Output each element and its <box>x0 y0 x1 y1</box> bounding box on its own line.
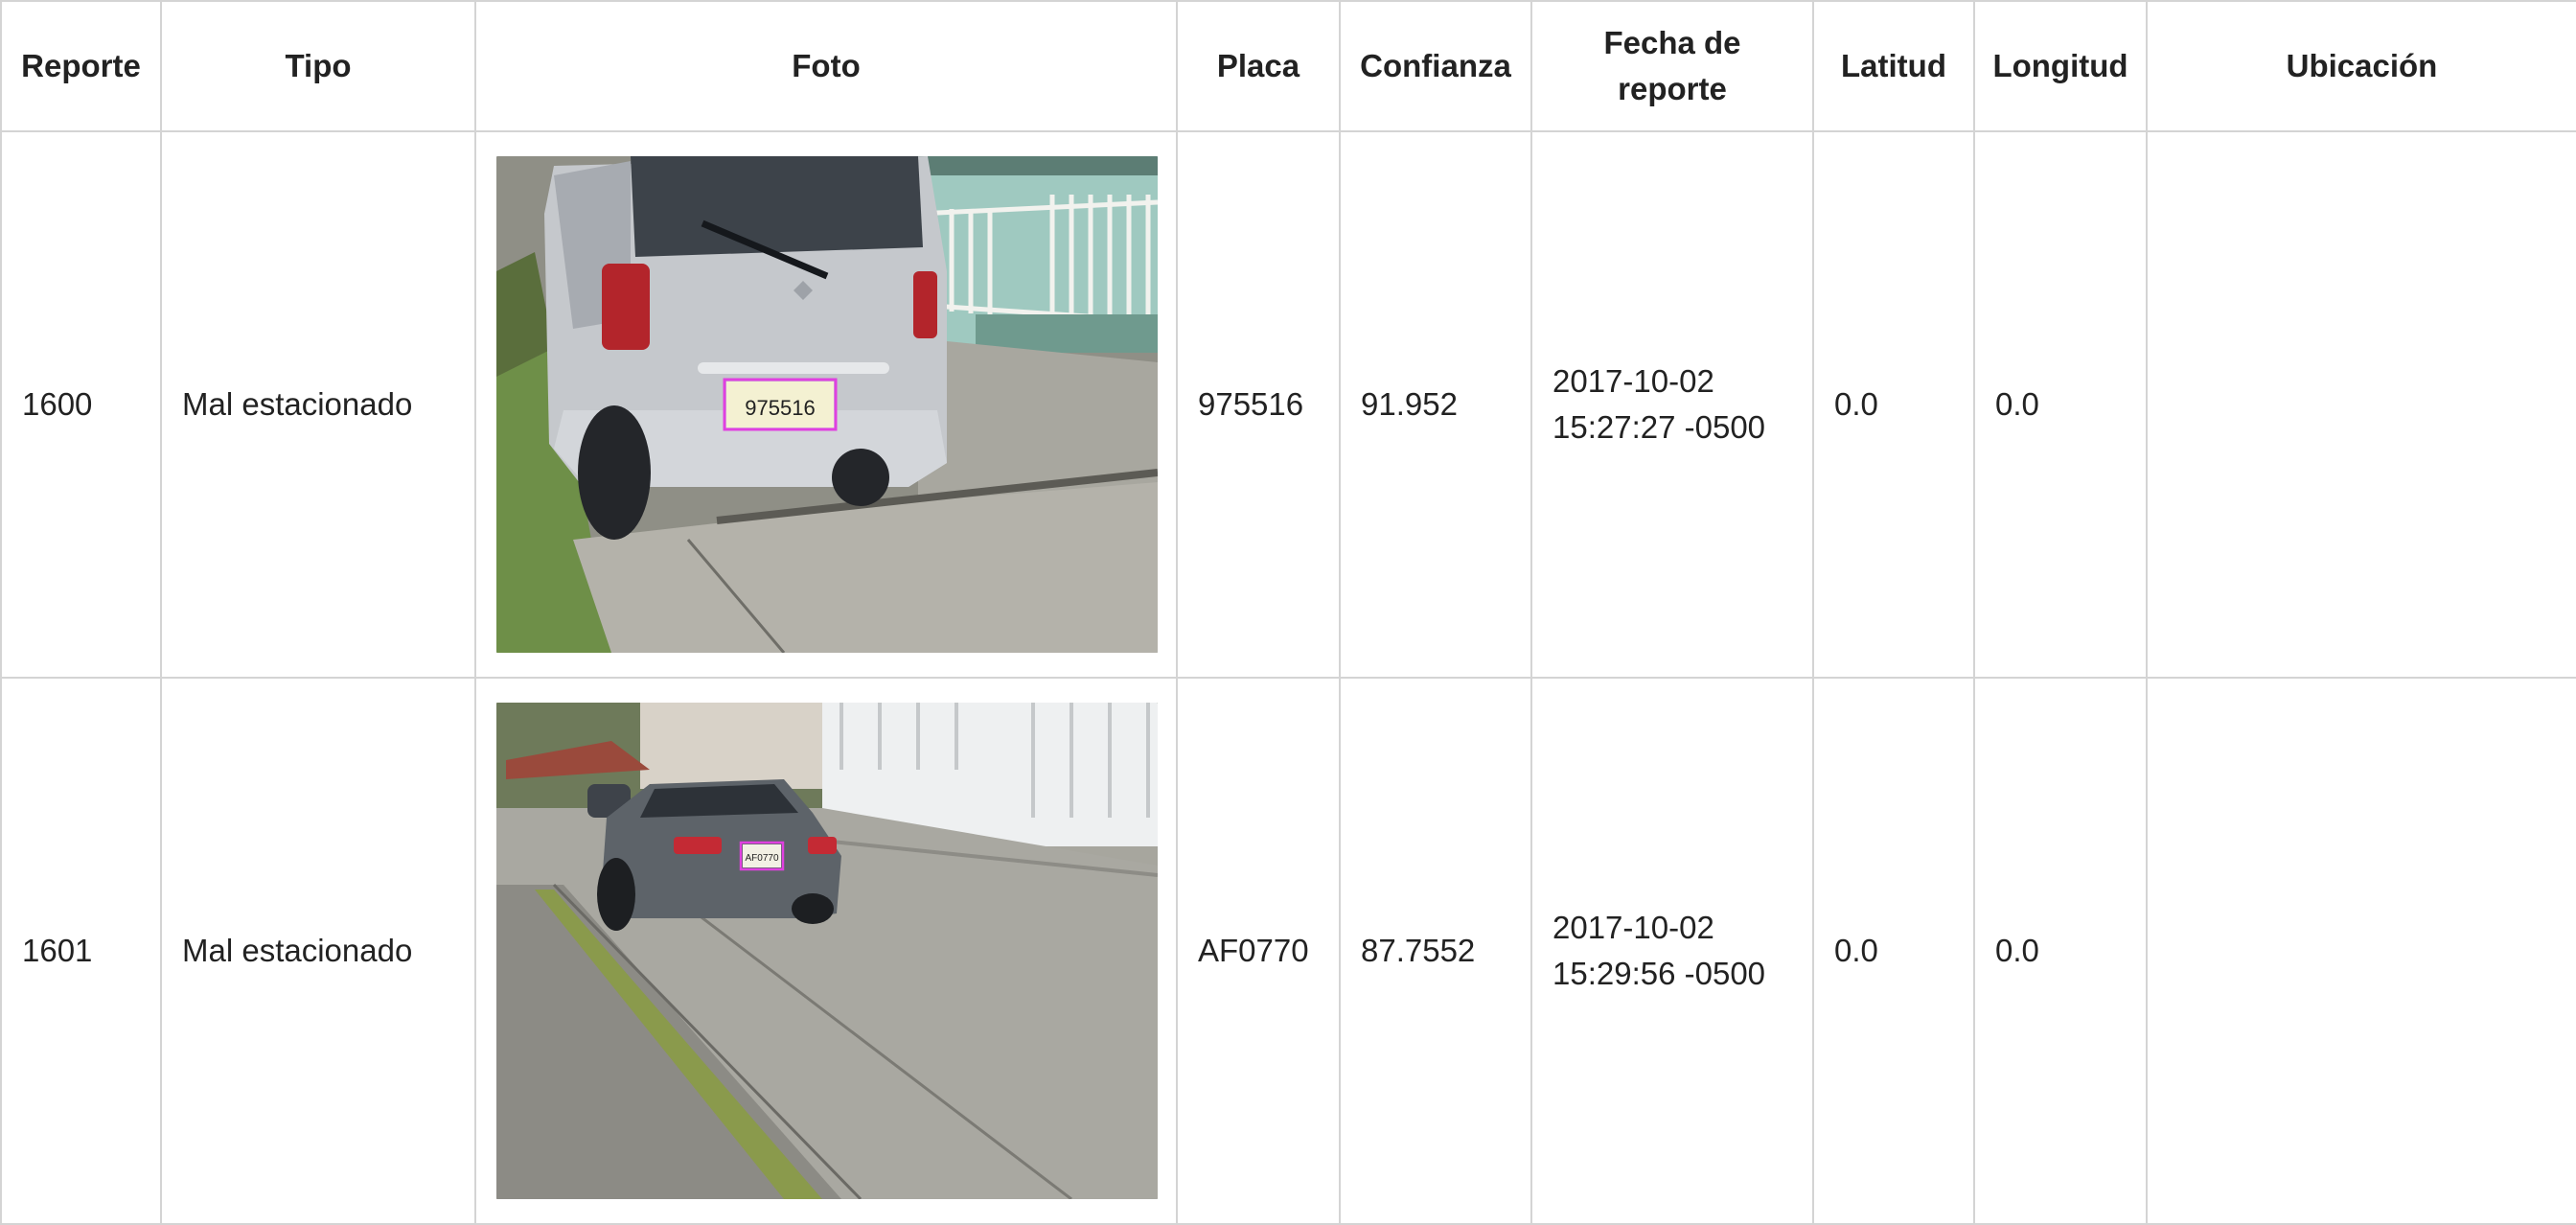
cell-fecha: 2017-10-02 15:27:27 -0500 <box>1530 130 1814 679</box>
cell-tipo: Mal estacionado <box>160 130 476 679</box>
cell-foto: AF0770 <box>474 677 1178 1225</box>
header-fecha[interactable]: Fecha de reporte <box>1530 0 1814 132</box>
table-row: 1600 Mal estacionado 975516 975516 91.95… <box>0 130 2576 679</box>
report-photo[interactable]: 975516 <box>496 156 1158 653</box>
cell-ubicacion <box>2146 677 2576 1225</box>
cell-reporte: 1600 <box>0 130 162 679</box>
reports-table: Reporte Tipo Foto Placa Confianza Fecha … <box>0 0 2576 1225</box>
cell-latitud: 0.0 <box>1812 130 1975 679</box>
photo-plate-text: AF0770 <box>745 853 778 864</box>
fecha-time: 15:27:27 -0500 <box>1552 409 1766 445</box>
cell-tipo: Mal estacionado <box>160 677 476 1225</box>
fecha-date: 2017-10-02 <box>1552 910 1714 945</box>
photo-grey-sedan: AF0770 <box>496 703 1158 1199</box>
header-fecha-line1: Fecha de <box>1603 25 1741 60</box>
header-confianza[interactable]: Confianza <box>1339 0 1532 132</box>
cell-ubicacion <box>2146 130 2576 679</box>
header-reporte[interactable]: Reporte <box>0 0 162 132</box>
cell-latitud: 0.0 <box>1812 677 1975 1225</box>
header-placa[interactable]: Placa <box>1176 0 1341 132</box>
report-photo[interactable]: AF0770 <box>496 703 1158 1199</box>
cell-placa: AF0770 <box>1176 677 1341 1225</box>
cell-confianza: 91.952 <box>1339 130 1532 679</box>
header-tipo[interactable]: Tipo <box>160 0 476 132</box>
table-header-row: Reporte Tipo Foto Placa Confianza Fecha … <box>0 0 2576 132</box>
cell-fecha: 2017-10-02 15:29:56 -0500 <box>1530 677 1814 1225</box>
cell-reporte: 1601 <box>0 677 162 1225</box>
header-fecha-line2: reporte <box>1618 71 1727 106</box>
cell-longitud: 0.0 <box>1973 677 2148 1225</box>
fecha-time: 15:29:56 -0500 <box>1552 956 1766 991</box>
table-row: 1601 Mal estacionado AF0770 AF0770 87.75… <box>0 677 2576 1225</box>
header-foto[interactable]: Foto <box>474 0 1178 132</box>
header-longitud[interactable]: Longitud <box>1973 0 2148 132</box>
header-latitud[interactable]: Latitud <box>1812 0 1975 132</box>
cell-foto: 975516 <box>474 130 1178 679</box>
photo-silver-van: 975516 <box>496 156 1158 653</box>
cell-longitud: 0.0 <box>1973 130 2148 679</box>
fecha-date: 2017-10-02 <box>1552 363 1714 399</box>
photo-plate-text: 975516 <box>745 396 815 420</box>
cell-confianza: 87.7552 <box>1339 677 1532 1225</box>
header-ubicacion[interactable]: Ubicación <box>2146 0 2576 132</box>
cell-placa: 975516 <box>1176 130 1341 679</box>
